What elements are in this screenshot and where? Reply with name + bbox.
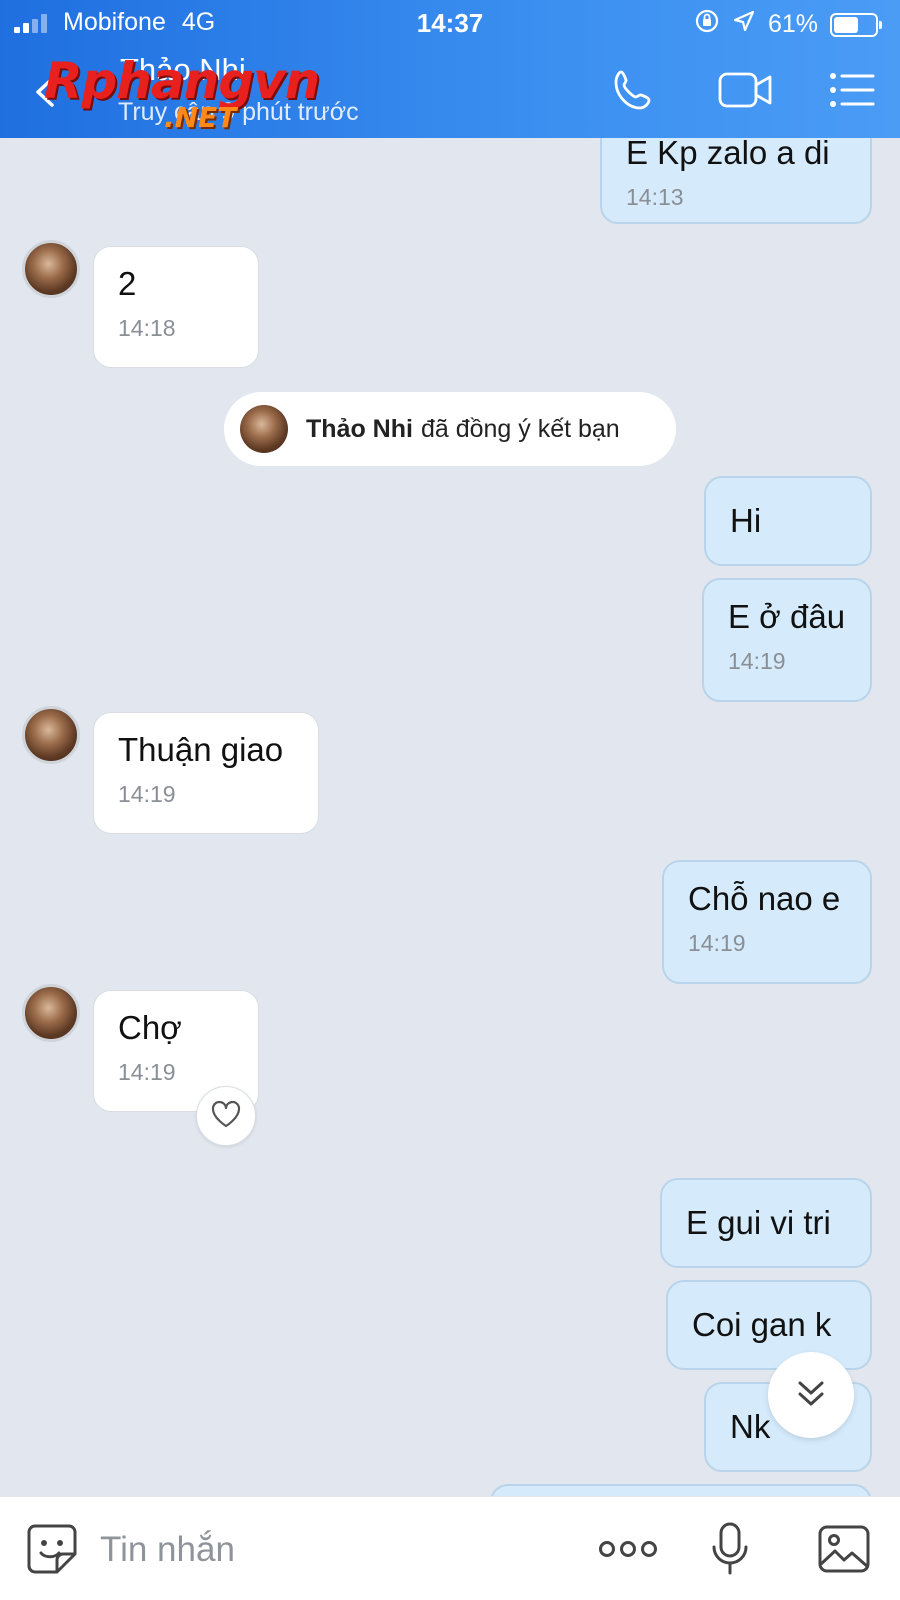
contact-avatar <box>240 405 288 453</box>
message-bubble-outgoing[interactable]: Coi gan k <box>666 1280 872 1370</box>
message-bubble-outgoing[interactable] <box>490 1484 872 1496</box>
message-bubble-outgoing[interactable]: Chỗ nao e 14:19 <box>662 860 872 984</box>
message-composer <box>0 1496 900 1600</box>
message-time: 14:19 <box>118 781 176 807</box>
message-bubble-outgoing[interactable]: E Kp zalo a di 14:13 <box>600 138 872 224</box>
message-bubble-incoming[interactable]: 2 14:18 <box>93 246 259 368</box>
orientation-lock-icon <box>694 8 720 41</box>
message-time: 14:18 <box>118 315 176 341</box>
watermark-logo-suffix: .NET <box>164 101 237 134</box>
message-text: Coi gan k <box>692 1306 832 1343</box>
friend-accepted-notice: Thảo Nhi đã đồng ý kết bạn <box>224 392 676 466</box>
contact-avatar[interactable] <box>22 240 80 298</box>
message-text: Chỗ nao e <box>688 880 841 917</box>
contact-avatar[interactable] <box>22 984 80 1042</box>
message-time: 14:13 <box>626 184 684 210</box>
message-time: 14:19 <box>118 1059 176 1085</box>
message-bubble-incoming[interactable]: Thuận giao 14:19 <box>93 712 319 834</box>
message-text: Thuận giao <box>118 731 284 768</box>
more-icon[interactable] <box>596 1519 660 1579</box>
message-bubble-outgoing[interactable]: E gui vi tri <box>660 1178 872 1268</box>
phone-icon[interactable] <box>608 64 660 116</box>
notice-text: đã đồng ý kết bạn <box>420 414 620 443</box>
message-text: 2 <box>118 265 137 302</box>
app-header: Mobifone 4G 14:37 61% Thảo Nhi Truy cập … <box>0 0 900 138</box>
message-text: E gui vi tri <box>686 1204 831 1241</box>
heart-icon <box>210 1099 242 1134</box>
message-text: E ở đâu <box>728 598 846 635</box>
scroll-to-bottom-button[interactable] <box>768 1352 854 1438</box>
message-text: Hi <box>730 502 762 539</box>
message-bubble-outgoing[interactable]: E ở đâu 14:19 <box>702 578 872 702</box>
message-input[interactable] <box>100 1525 560 1575</box>
react-heart-button[interactable] <box>196 1086 256 1146</box>
notice-contact-name: Thảo Nhi <box>306 414 413 443</box>
contact-avatar[interactable] <box>22 706 80 764</box>
watermark-logo: Rphangvn <box>44 52 320 110</box>
message-text: E Kp zalo a di <box>626 138 830 171</box>
message-list[interactable]: E Kp zalo a di 14:13 2 14:18 Thảo Nhi đã… <box>0 138 900 1496</box>
location-icon <box>732 9 756 40</box>
chat-nav-bar: Thảo Nhi Truy cập 9 phút trước Rphangvn … <box>0 46 900 138</box>
message-time: 14:19 <box>688 930 746 956</box>
sticker-icon[interactable] <box>22 1519 82 1579</box>
menu-list-icon[interactable] <box>826 64 878 116</box>
double-chevron-down-icon <box>793 1375 829 1416</box>
message-time: 14:19 <box>728 648 786 674</box>
image-icon[interactable] <box>814 1519 874 1579</box>
battery-icon <box>830 12 882 37</box>
video-call-icon[interactable] <box>716 64 776 116</box>
battery-fill <box>834 16 859 33</box>
status-bar: Mobifone 4G 14:37 61% <box>0 0 900 46</box>
message-text: Chợ <box>118 1009 182 1046</box>
microphone-icon[interactable] <box>700 1519 760 1579</box>
message-bubble-outgoing[interactable]: Hi <box>704 476 872 566</box>
battery-percent: 61% <box>767 10 818 38</box>
